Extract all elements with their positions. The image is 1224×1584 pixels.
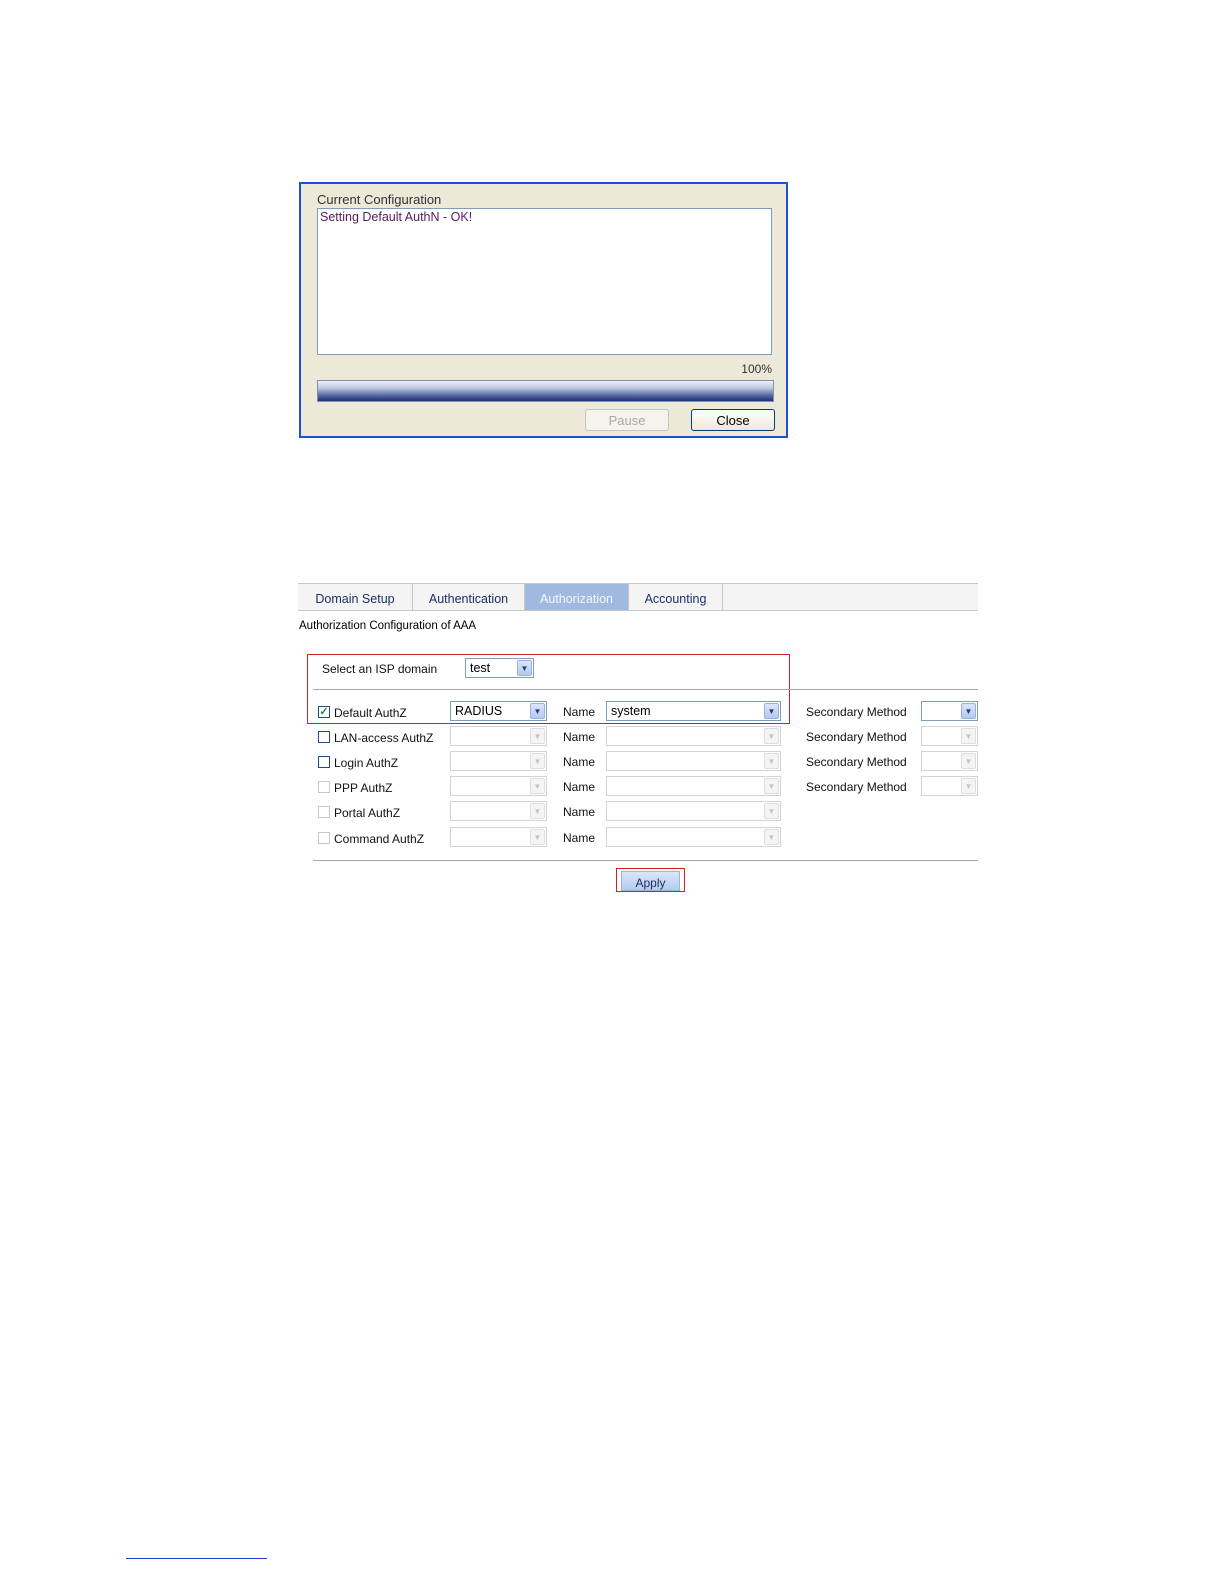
command-authz-label: Command AuthZ (334, 832, 425, 846)
dialog-title: Current Configuration (317, 192, 442, 207)
chevron-down-icon: ▼ (764, 778, 779, 794)
login-authz-secondary-label: Secondary Method (806, 755, 907, 769)
chevron-down-icon: ▼ (961, 778, 976, 794)
login-authz-method-select[interactable]: ▼ (450, 751, 547, 771)
default-authz-name-value: system (611, 704, 651, 718)
ppp-authz-name-select[interactable]: ▼ (606, 776, 781, 796)
config-progress-dialog: Current Configuration Setting Default Au… (299, 182, 788, 438)
ppp-authz-name-label: Name (563, 780, 596, 794)
progress-percent: 100% (741, 362, 772, 376)
command-authz-name-select[interactable]: ▼ (606, 827, 781, 847)
chevron-down-icon: ▼ (764, 728, 779, 744)
apply-button[interactable]: Apply (621, 871, 680, 891)
default-authz-checkbox[interactable]: ✓ (318, 706, 330, 718)
chevron-down-icon: ▼ (961, 753, 976, 769)
lan-access-authz-name-label: Name (563, 730, 596, 744)
isp-domain-value: test (470, 661, 491, 675)
default-authz-label: Default AuthZ (334, 706, 407, 720)
chevron-down-icon[interactable]: ▼ (517, 660, 532, 676)
divider-top (313, 689, 978, 690)
portal-authz-method-select[interactable]: ▼ (450, 801, 547, 821)
chevron-down-icon: ▼ (530, 753, 545, 769)
isp-domain-label: Select an ISP domain (322, 662, 438, 676)
isp-domain-select[interactable]: test ▼ (465, 658, 534, 678)
chevron-down-icon: ▼ (764, 753, 779, 769)
config-log-textarea[interactable]: Setting Default AuthN - OK! (317, 208, 772, 355)
chevron-down-icon: ▼ (961, 728, 976, 744)
progress-bar (317, 380, 774, 402)
default-authz-method-select[interactable]: RADIUS ▼ (450, 701, 547, 721)
ppp-authz-method-select[interactable]: ▼ (450, 776, 547, 796)
lan-access-authz-secondary-label: Secondary Method (806, 730, 907, 744)
portal-authz-label: Portal AuthZ (334, 806, 401, 820)
chevron-down-icon[interactable]: ▼ (764, 703, 779, 719)
chevron-down-icon: ▼ (530, 778, 545, 794)
chevron-down-icon: ▼ (530, 803, 545, 819)
default-authz-secondary-select[interactable]: ▼ (921, 701, 978, 721)
ppp-authz-checkbox[interactable] (318, 781, 330, 793)
default-authz-name-label: Name (563, 705, 596, 719)
command-authz-name-label: Name (563, 831, 596, 845)
command-authz-checkbox[interactable] (318, 832, 330, 844)
login-authz-checkbox[interactable] (318, 756, 330, 768)
divider-bottom (313, 860, 978, 861)
lan-access-authz-method-select[interactable]: ▼ (450, 726, 547, 746)
command-authz-method-select[interactable]: ▼ (450, 827, 547, 847)
ppp-authz-secondary-label: Secondary Method (806, 780, 907, 794)
lan-access-authz-label: LAN-access AuthZ (334, 731, 434, 745)
chevron-down-icon[interactable]: ▼ (530, 703, 545, 719)
chevron-down-icon: ▼ (530, 728, 545, 744)
portal-authz-checkbox[interactable] (318, 806, 330, 818)
progress-fill (318, 381, 773, 401)
login-authz-name-select[interactable]: ▼ (606, 751, 781, 771)
chevron-down-icon: ▼ (764, 803, 779, 819)
footnote-rule (126, 1558, 267, 1559)
ppp-authz-secondary-select[interactable]: ▼ (921, 776, 978, 796)
ppp-authz-label: PPP AuthZ (334, 781, 393, 795)
tab-accounting[interactable]: Accounting (629, 584, 723, 610)
lan-access-authz-secondary-select[interactable]: ▼ (921, 726, 978, 746)
login-authz-name-label: Name (563, 755, 596, 769)
portal-authz-name-select[interactable]: ▼ (606, 801, 781, 821)
default-authz-method-value: RADIUS (455, 704, 503, 718)
close-button[interactable]: Close (691, 409, 775, 431)
tab-authentication[interactable]: Authentication (413, 584, 525, 610)
login-authz-secondary-select[interactable]: ▼ (921, 751, 978, 771)
default-authz-name-select[interactable]: system ▼ (606, 701, 781, 721)
section-title: Authorization Configuration of AAA (299, 620, 477, 632)
tab-authorization[interactable]: Authorization (525, 584, 629, 610)
lan-access-authz-checkbox[interactable] (318, 731, 330, 743)
chevron-down-icon[interactable]: ▼ (961, 703, 976, 719)
default-authz-secondary-label: Secondary Method (806, 705, 907, 719)
pause-button[interactable]: Pause (585, 409, 669, 431)
portal-authz-name-label: Name (563, 805, 596, 819)
aaa-tab-bar: Domain Setup Authentication Authorizatio… (298, 583, 978, 611)
chevron-down-icon: ▼ (530, 829, 545, 845)
chevron-down-icon: ▼ (764, 829, 779, 845)
tab-domain-setup[interactable]: Domain Setup (298, 584, 413, 610)
lan-access-authz-name-select[interactable]: ▼ (606, 726, 781, 746)
login-authz-label: Login AuthZ (334, 756, 399, 770)
